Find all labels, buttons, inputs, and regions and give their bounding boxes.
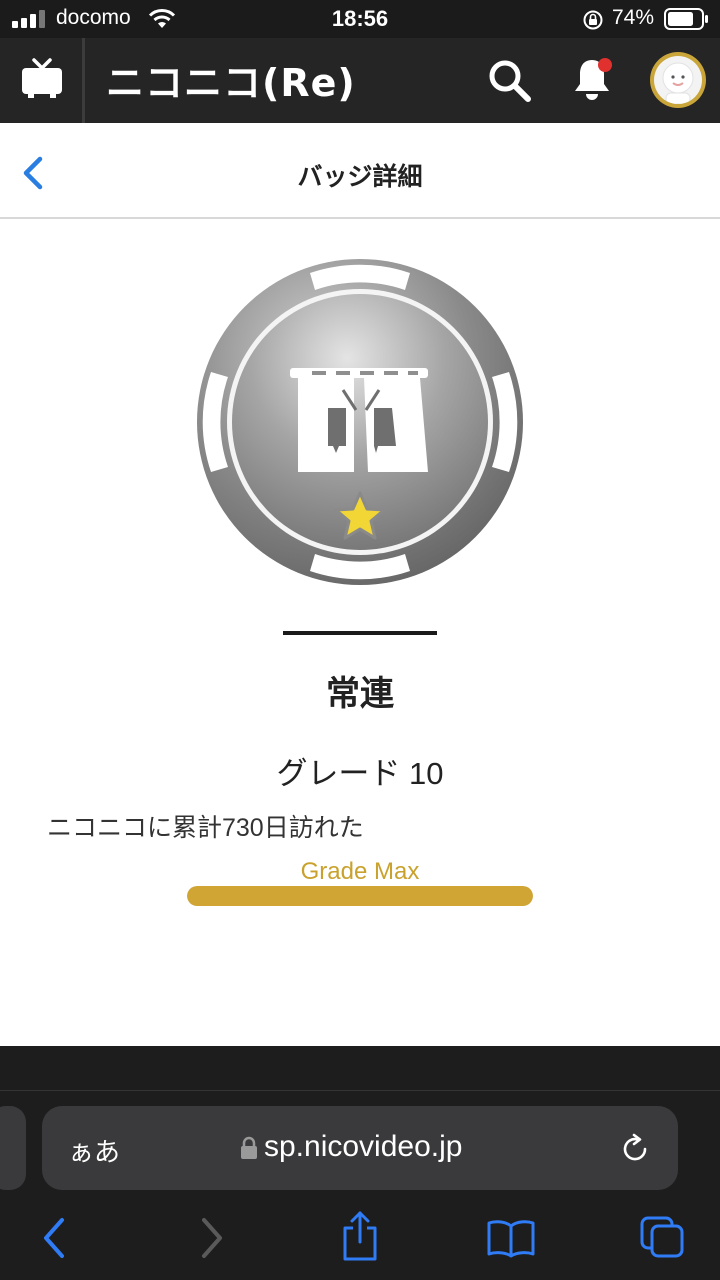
site-logo[interactable]: ニコニコ(Re) [106,52,356,107]
battery-icon [664,8,708,30]
page-title-bar: バッジ詳細 [0,123,720,219]
lock-icon [241,1136,257,1159]
reload-icon[interactable] [618,1132,652,1166]
tv-icon[interactable] [22,58,62,100]
app-header: ニコニコ(Re) [0,38,720,123]
badge-name: 常連 [326,675,394,713]
text-size-button[interactable]: ぁあ [68,1132,120,1169]
avatar[interactable] [650,52,706,108]
badge-grade: グレード 10 [276,756,444,791]
grade-progress-bar [187,886,533,906]
browser-bottom-bar: ぁあ sp.nicovideo.jp [0,1046,720,1280]
back-icon[interactable] [40,1216,70,1260]
header-divider [82,38,85,123]
battery-percent: 74% [612,6,655,29]
bell-icon[interactable] [572,56,616,104]
tabs-icon[interactable] [638,1214,686,1260]
badge-description: ニコニコに累計730日訪れた [47,814,364,842]
forward-icon[interactable] [196,1216,226,1260]
title-underline [283,631,437,635]
address-bar[interactable]: ぁあ sp.nicovideo.jp [42,1106,678,1190]
orientation-lock-icon [583,10,603,30]
url-text[interactable]: sp.nicovideo.jp [264,1130,462,1164]
previous-tab-peek[interactable] [0,1106,26,1190]
bookmarks-icon[interactable] [486,1218,536,1258]
search-icon[interactable] [487,58,533,104]
browser-divider [0,1090,720,1091]
notification-dot [598,58,612,72]
share-icon[interactable] [340,1210,380,1262]
grade-progress-fill [187,886,533,906]
status-bar: docomo 18:56 74% [0,0,720,38]
avatar-face-icon [662,62,694,104]
badge-medal [197,259,523,585]
progress-label: Grade Max [300,858,420,885]
page-title: バッジ詳細 [297,163,423,191]
